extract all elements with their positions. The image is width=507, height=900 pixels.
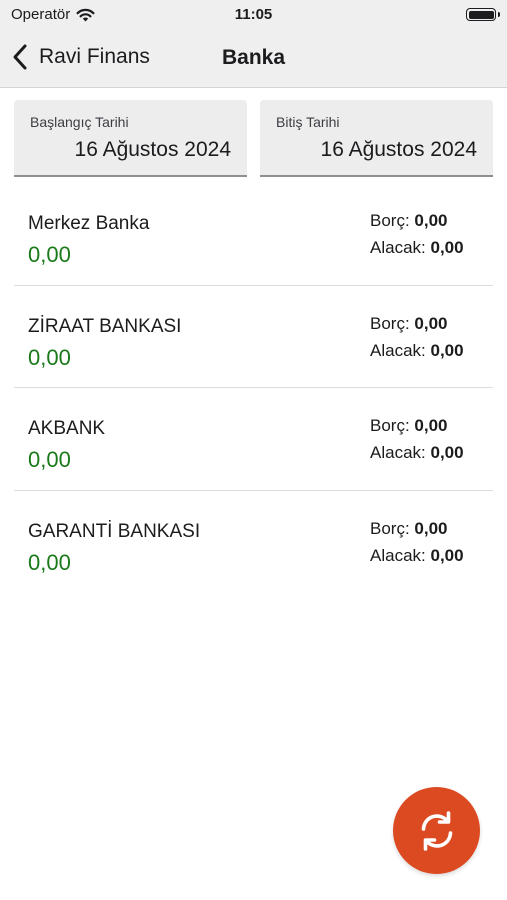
- debt-label: Borç:: [370, 211, 410, 230]
- debt-label: Borç:: [370, 416, 410, 435]
- bank-account-list: Merkez Banka 0,00 Borç: 0,00 Alacak: 0,0…: [14, 183, 493, 593]
- debt-amount: 0,00: [414, 313, 448, 333]
- start-date-field[interactable]: Başlangıç Tarihi 16 Ağustos 2024: [14, 100, 247, 177]
- debt-line: Borç: 0,00: [370, 314, 448, 334]
- bank-account-row[interactable]: Merkez Banka 0,00 Borç: 0,00 Alacak: 0,0…: [14, 183, 493, 286]
- account-balance: 0,00: [28, 242, 71, 267]
- account-name: ZİRAAT BANKASI: [28, 315, 182, 337]
- end-date-label: Bitiş Tarihi: [276, 114, 340, 130]
- account-name: Merkez Banka: [28, 213, 150, 234]
- end-date-field[interactable]: Bitiş Tarihi 16 Ağustos 2024: [260, 100, 493, 177]
- credit-line: Alacak: 0,00: [370, 546, 464, 566]
- debt-amount: 0,00: [414, 211, 448, 230]
- navigation-bar: Ravi Finans Banka: [0, 30, 507, 88]
- account-balance: 0,00: [28, 549, 71, 575]
- refresh-icon: [421, 810, 452, 851]
- debt-line: Borç: 0,00: [370, 211, 448, 231]
- debt-line: Borç: 0,00: [370, 519, 448, 539]
- debt-label: Borç:: [370, 518, 410, 538]
- debt-amount: 0,00: [414, 518, 448, 538]
- credit-amount: 0,00: [430, 443, 464, 462]
- debt-label: Borç:: [370, 313, 410, 333]
- credit-label: Alacak:: [370, 238, 426, 257]
- refresh-button[interactable]: [393, 787, 480, 874]
- credit-label: Alacak:: [370, 340, 426, 360]
- status-time: 11:05: [234, 6, 273, 23]
- bank-account-row[interactable]: AKBANK 0,00 Borç: 0,00 Alacak: 0,00: [14, 388, 493, 491]
- bank-account-row[interactable]: ZİRAAT BANKASI 0,00 Borç: 0,00 Alacak: 0…: [14, 286, 493, 388]
- debt-amount: 0,00: [414, 416, 448, 435]
- credit-label: Alacak:: [370, 443, 426, 462]
- start-date-value: 16 Ağustos 2024: [74, 138, 231, 161]
- credit-label: Alacak:: [370, 545, 426, 565]
- account-name: GARANTİ BANKASI: [28, 520, 201, 542]
- credit-line: Alacak: 0,00: [370, 443, 464, 463]
- account-name: AKBANK: [28, 418, 106, 439]
- credit-amount: 0,00: [430, 238, 464, 257]
- credit-line: Alacak: 0,00: [370, 238, 464, 258]
- start-date-label: Başlangıç Tarihi: [30, 114, 129, 130]
- status-bar: Operatör 11:05: [0, 0, 507, 30]
- credit-amount: 0,00: [430, 340, 464, 360]
- bank-account-row[interactable]: GARANTİ BANKASI 0,00 Borç: 0,00 Alacak: …: [14, 491, 493, 594]
- account-balance: 0,00: [28, 447, 71, 472]
- end-date-value: 16 Ağustos 2024: [320, 138, 477, 161]
- credit-line: Alacak: 0,00: [370, 341, 464, 361]
- debt-line: Borç: 0,00: [370, 416, 448, 436]
- page-title: Banka: [221, 46, 286, 69]
- credit-amount: 0,00: [430, 545, 464, 565]
- account-balance: 0,00: [28, 344, 71, 370]
- battery-icon: [466, 8, 500, 21]
